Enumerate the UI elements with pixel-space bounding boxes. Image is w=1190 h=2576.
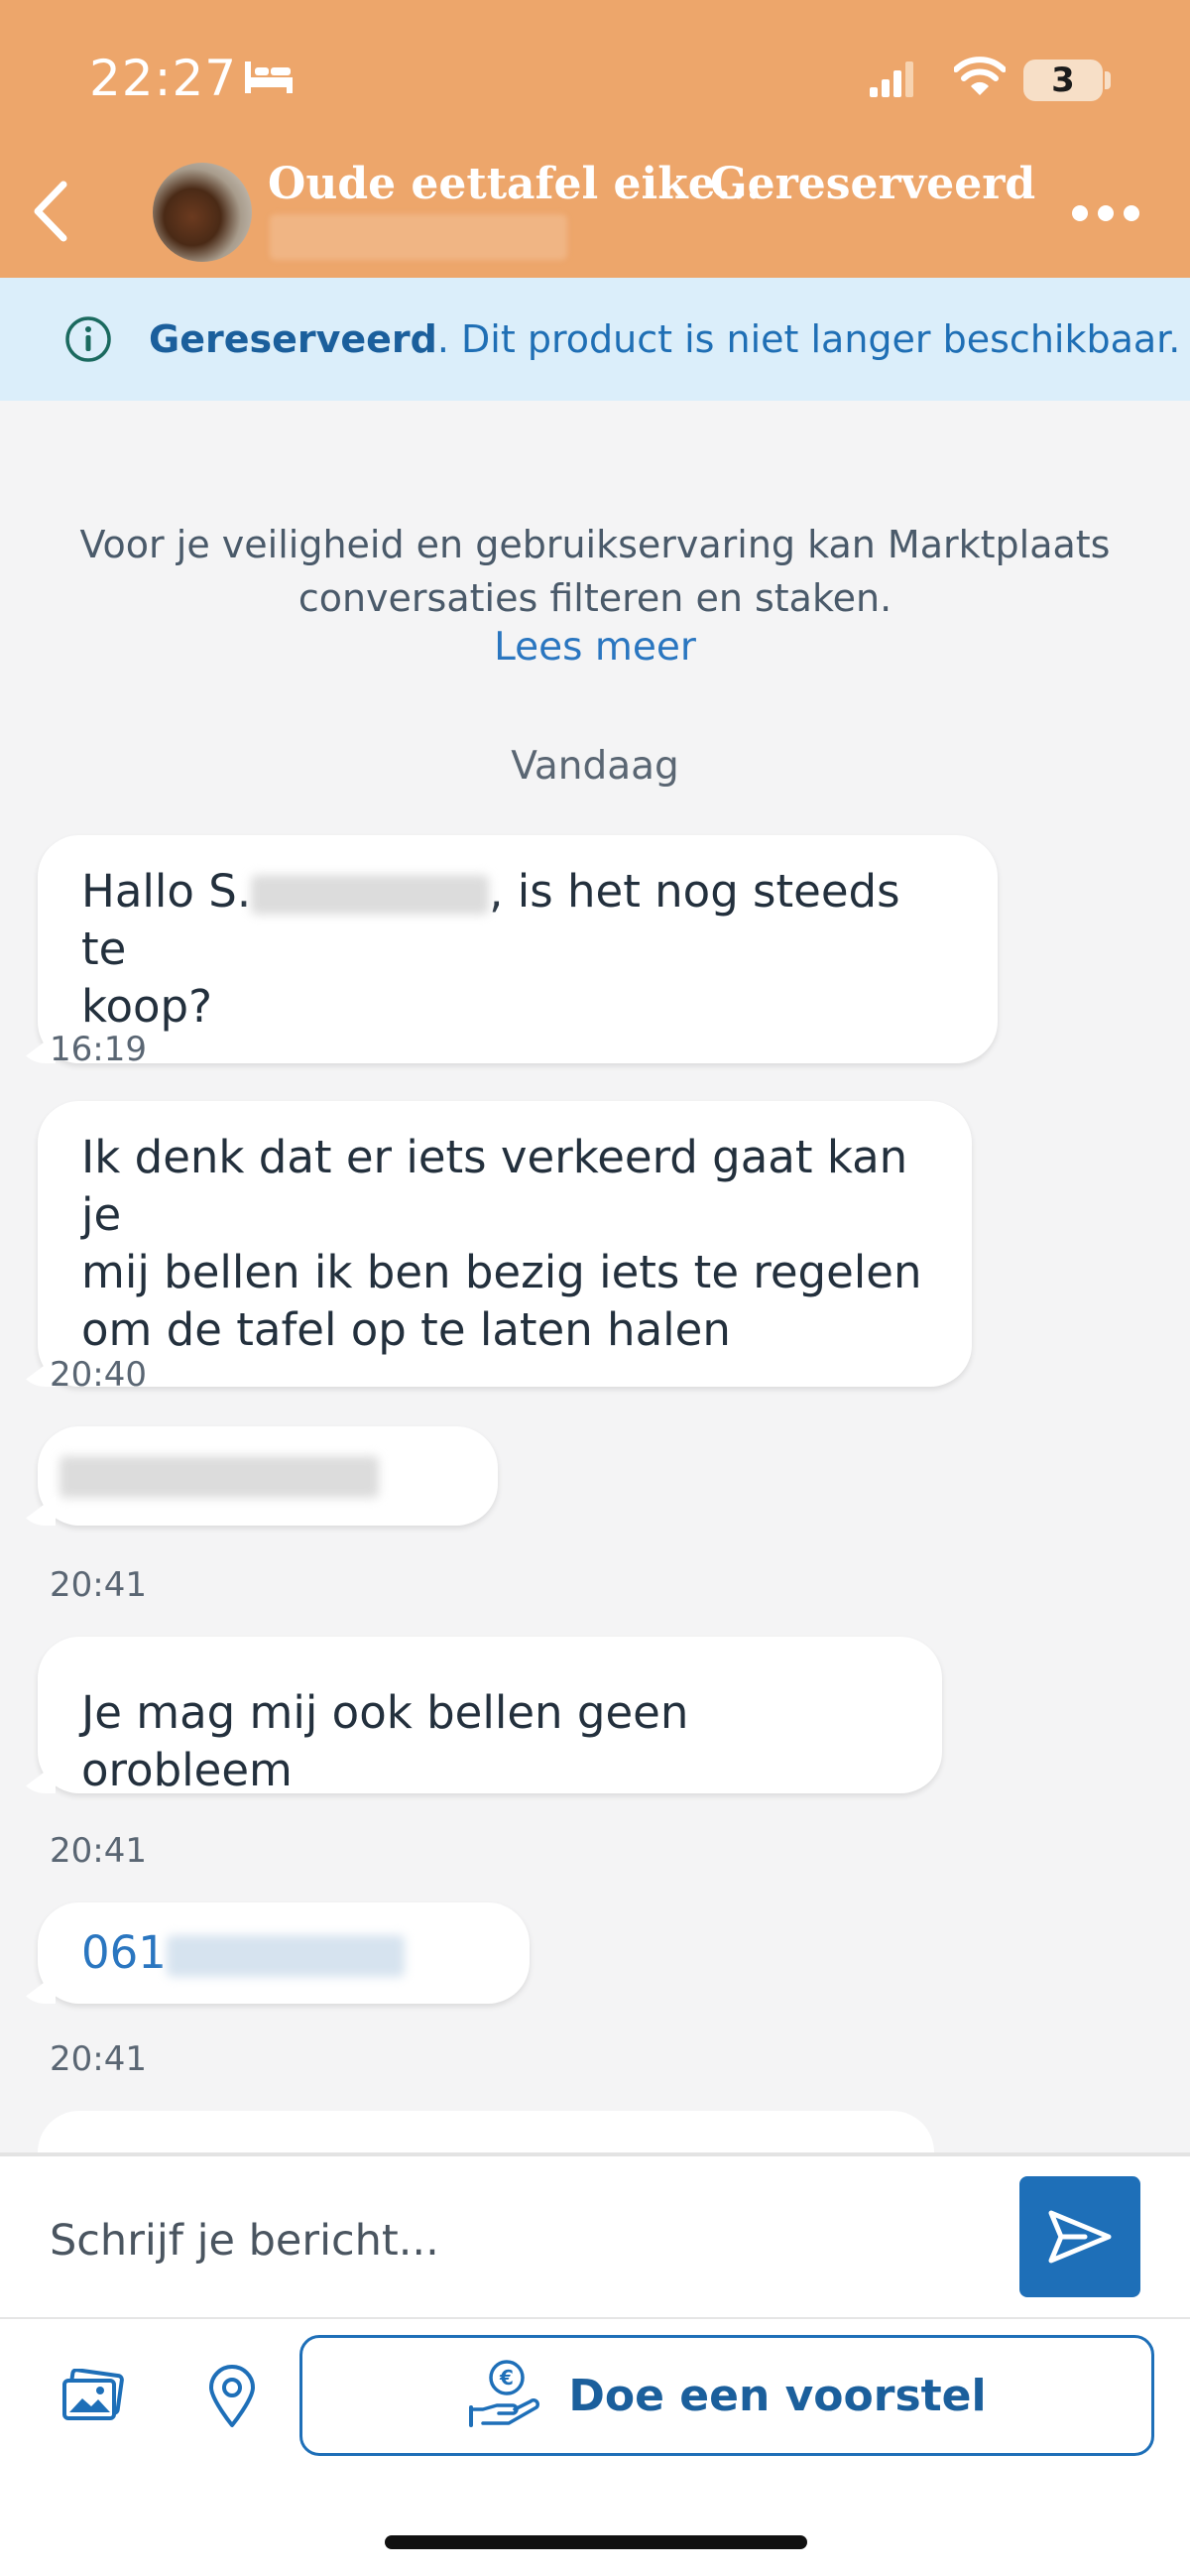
status-time: 22:27 (89, 50, 238, 107)
euro-hand-icon: € (469, 2360, 540, 2427)
phone-number-link[interactable]: 061 (81, 1926, 167, 1979)
message-time: 20:41 (50, 1831, 147, 1871)
bed-icon (245, 61, 293, 93)
location-pin-icon (209, 2365, 255, 2427)
redacted-username (270, 214, 567, 260)
message-bubble[interactable]: Ik denk dat er iets verkeerd gaat kan je… (16, 1101, 972, 1387)
add-photo-button[interactable] (54, 2357, 133, 2436)
message-input[interactable] (48, 2198, 994, 2283)
battery-tip (1105, 71, 1111, 89)
send-button[interactable] (1019, 2176, 1140, 2297)
message-text: Je mag mij ook bellen geen orobleem (81, 1686, 689, 1796)
message-text: Hallo S., is het nog steeds te (81, 865, 900, 975)
svg-text:€: € (499, 2366, 514, 2390)
banner-message: . Dit product is niet langer beschikbaar… (436, 317, 1181, 361)
home-area (0, 2472, 1190, 2576)
message-time: 20:40 (50, 1355, 147, 1395)
message-bubble[interactable] (16, 1426, 498, 1526)
info-icon (65, 316, 111, 362)
listing-status: Gereserveerd (710, 159, 1036, 209)
chevron-left-icon (34, 181, 67, 242)
more-dots-icon (1072, 205, 1088, 221)
message-text-line-2: koop? (81, 980, 212, 1033)
notice-line-1: Voor je veiligheid en gebruikservaring k… (79, 523, 1111, 566)
message-time: 16:19 (50, 1030, 147, 1069)
message-bubble[interactable]: Hallo S., is het nog steeds te koop? (16, 835, 998, 1063)
more-options-button[interactable] (1051, 193, 1160, 233)
read-more-link[interactable]: Lees meer (0, 625, 1190, 670)
home-indicator[interactable] (385, 2535, 807, 2549)
date-separator: Vandaag (511, 744, 679, 789)
back-button[interactable] (20, 177, 79, 246)
message-bubble[interactable]: Je mag mij ook bellen geen orobleem (16, 1637, 942, 1796)
listing-thumbnail[interactable] (153, 163, 252, 262)
share-location-button[interactable] (192, 2357, 272, 2436)
make-offer-button[interactable]: € Doe een voorstel (299, 2335, 1154, 2456)
message-text-line-3: om de tafel op te laten halen (81, 1303, 731, 1356)
signal-icon (870, 61, 913, 97)
banner-text: Gereserveerd. Dit product is niet langer… (149, 317, 1180, 361)
photo-icon (62, 2369, 124, 2420)
notice-line-2: conversaties filteren en staken. (298, 576, 892, 620)
message-time: 20:41 (50, 1565, 147, 1605)
wifi-icon (954, 57, 1006, 95)
battery-indicator: 3 (1023, 60, 1103, 101)
listing-title[interactable]: Oude eettafel eike... (268, 159, 762, 209)
safety-notice: Voor je veiligheid en gebruikservaring k… (0, 518, 1190, 625)
redacted-content (60, 1456, 379, 1498)
message-bubble[interactable]: 061 (16, 1902, 530, 2004)
message-text-line-1: Ik denk dat er iets verkeerd gaat kan je (81, 1131, 908, 1241)
redacted-name (251, 875, 490, 915)
redacted-phone (166, 1935, 405, 1977)
message-text-line-2: mij bellen ik ben bezig iets te regelen (81, 1246, 922, 1298)
make-offer-label: Doe een voorstel (568, 2370, 987, 2421)
send-icon (1048, 2210, 1112, 2264)
message-time: 20:41 (50, 2039, 147, 2079)
status-banner: Gereserveerd. Dit product is niet langer… (0, 278, 1190, 401)
banner-status: Gereserveerd (149, 317, 437, 361)
